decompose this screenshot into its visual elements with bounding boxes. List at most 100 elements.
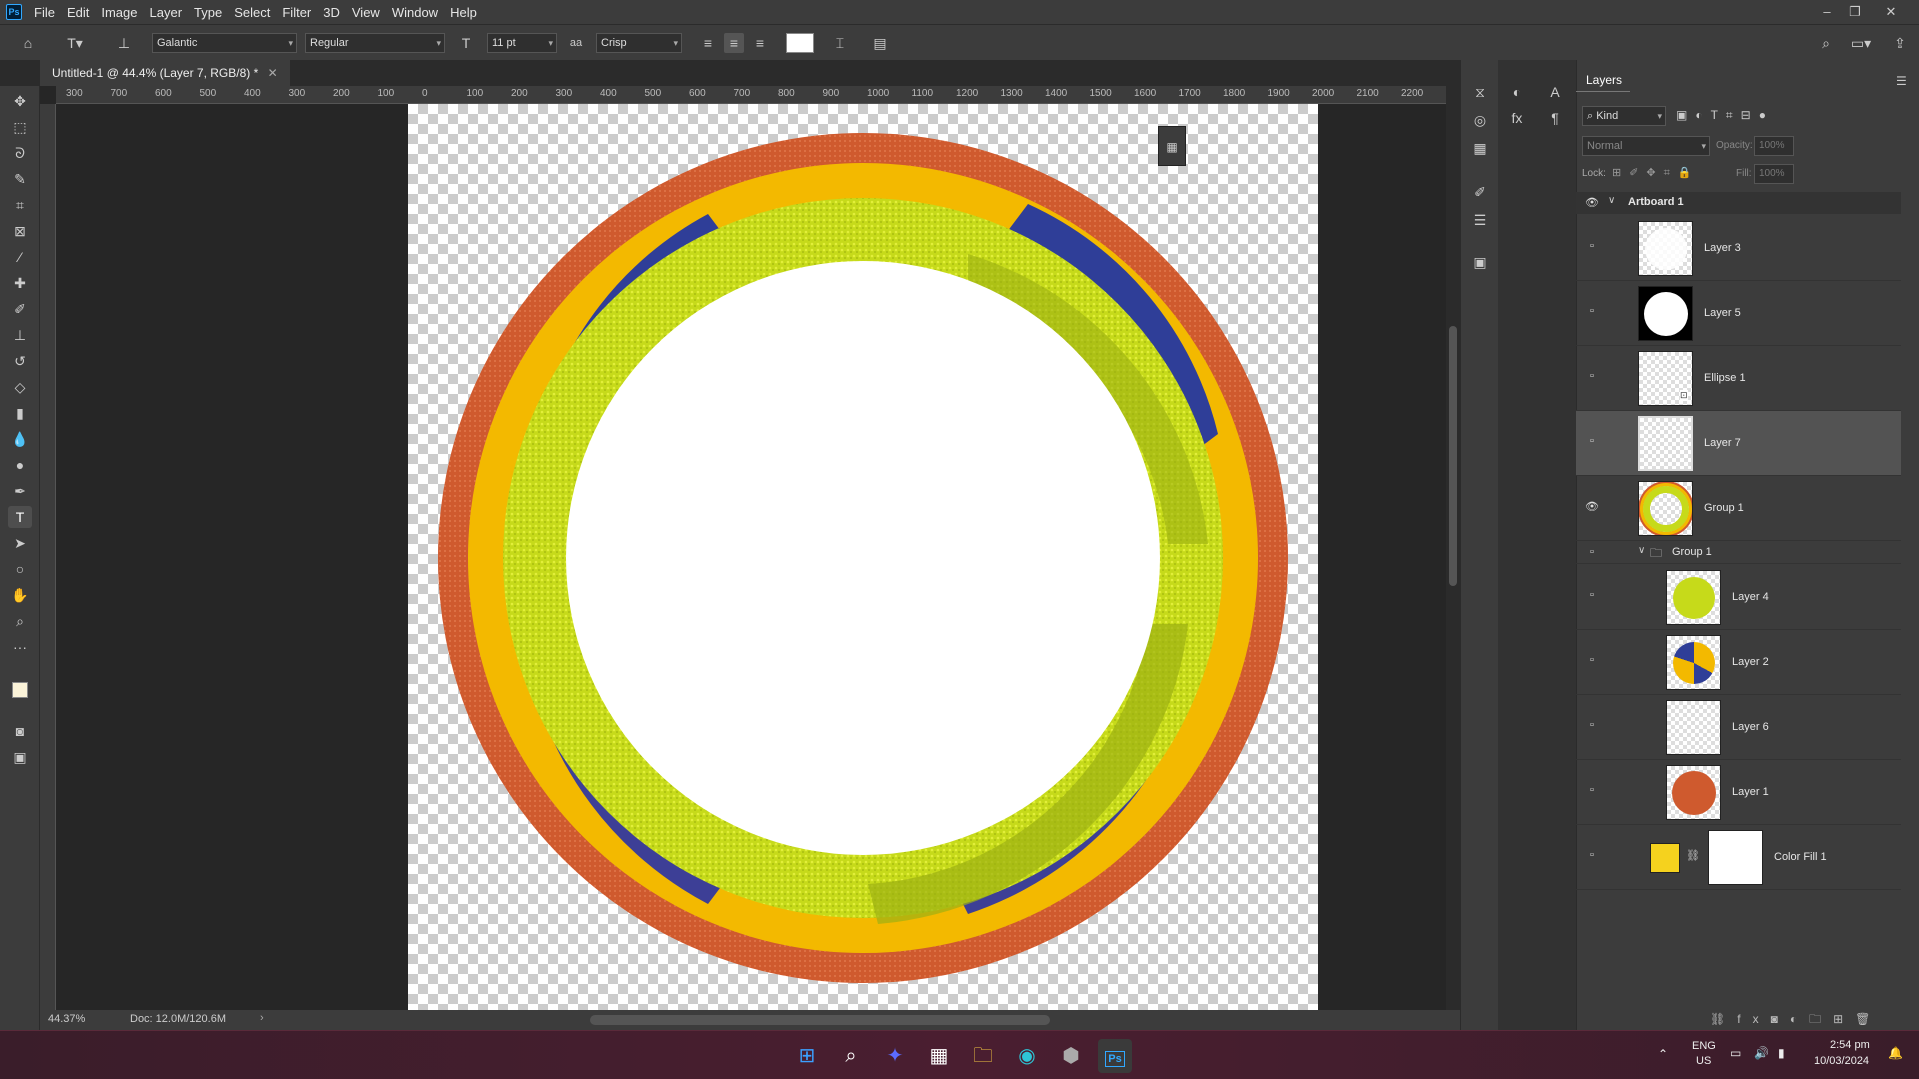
eyedropper-tool-icon[interactable]: ⁄	[8, 246, 32, 268]
artboard-canvas[interactable]: ▦	[408, 104, 1318, 1010]
layer-mask-thumbnail[interactable]	[1708, 830, 1763, 885]
gradient-tool-icon[interactable]: ▮	[8, 402, 32, 424]
visibility-toggle[interactable]: ▫	[1584, 370, 1600, 386]
quick-mask-icon[interactable]: ◙	[8, 720, 32, 742]
vertical-scrollbar[interactable]	[1446, 86, 1460, 1010]
vertical-scroll-thumb[interactable]	[1449, 326, 1457, 586]
layer-filter-icons[interactable]: ▣◐T⌗⊟●	[1676, 108, 1826, 123]
visibility-toggle[interactable]: ▫	[1584, 305, 1600, 321]
history-brush-tool-icon[interactable]: ↺	[8, 350, 32, 372]
floating-properties-mini-panel[interactable]: ▦	[1158, 126, 1186, 166]
layer-row-layer-4[interactable]: ▫ Layer 4	[1576, 565, 1901, 630]
visibility-toggle[interactable]: ▫	[1584, 546, 1600, 562]
lasso-tool-icon[interactable]: ᘐ	[8, 142, 32, 164]
3d-panel-icon[interactable]: ◎	[1467, 108, 1493, 132]
more-tools-icon[interactable]: ···	[8, 636, 32, 658]
brush-panel-icon[interactable]: ✐	[1467, 180, 1493, 204]
visibility-eye-icon[interactable]: 👁	[1584, 500, 1600, 516]
show-hidden-icons-chevron-icon[interactable]: ⌃	[1658, 1047, 1668, 1061]
layer-filter-select[interactable]: ⌕ Kind ▾	[1582, 106, 1666, 126]
home-icon[interactable]: ⌂	[18, 33, 38, 53]
layer-row-ellipse-1[interactable]: ▫ ⊡ Ellipse 1	[1576, 346, 1901, 411]
quick-selection-tool-icon[interactable]: ✎	[8, 168, 32, 190]
photoshop-logo-icon[interactable]: Ps	[6, 4, 22, 20]
menu-select[interactable]: Select	[228, 5, 276, 20]
align-right-icon[interactable]: ≡	[750, 33, 770, 53]
libraries-panel-icon[interactable]: ▣	[1467, 250, 1493, 274]
link-chain-icon[interactable]: ⛓	[1686, 849, 1700, 862]
menu-help[interactable]: Help	[444, 5, 483, 20]
healing-brush-tool-icon[interactable]: ✚	[8, 272, 32, 294]
document-tab[interactable]: Untitled-1 @ 44.4% (Layer 7, RGB/8) * ✕	[40, 60, 290, 86]
toggle-text-orientation-icon[interactable]: ⊥	[114, 33, 134, 53]
layer-row-color-fill-1[interactable]: ▫ ⛓ Color Fill 1	[1576, 825, 1901, 890]
menu-edit[interactable]: Edit	[61, 5, 95, 20]
visibility-toggle[interactable]: ▫	[1584, 240, 1600, 256]
zoom-tool-icon[interactable]: ⌕	[8, 610, 32, 632]
battery-icon[interactable]: ▮	[1778, 1046, 1785, 1060]
expand-chevron-icon[interactable]: ∨	[1638, 545, 1645, 556]
search-icon[interactable]: ⌕	[1816, 33, 1836, 53]
region-indicator[interactable]: US	[1696, 1055, 1711, 1067]
menu-file[interactable]: File	[28, 5, 61, 20]
file-explorer-icon[interactable]: 🗀	[966, 1039, 1000, 1073]
visual-studio-icon[interactable]: ✦	[878, 1039, 912, 1073]
text-color-swatch[interactable]	[786, 33, 814, 53]
pen-tool-icon[interactable]: ✒	[8, 480, 32, 502]
unity-icon[interactable]: ⬢	[1054, 1039, 1088, 1073]
visibility-eye-icon[interactable]: 👁	[1584, 196, 1600, 212]
brush-tool-icon[interactable]: ✐	[8, 298, 32, 320]
panel-menu-icon[interactable]: ☰	[1896, 74, 1907, 88]
align-left-icon[interactable]: ≡	[698, 33, 718, 53]
table-panel-icon[interactable]: ▦	[1467, 136, 1493, 160]
visibility-toggle[interactable]: ▫	[1584, 654, 1600, 670]
antialias-select[interactable]: Crisp ▾	[596, 33, 682, 53]
screen-mode-icon[interactable]: ▣	[8, 746, 32, 768]
taskbar-photoshop-icon[interactable]: Ps	[1098, 1039, 1132, 1073]
visibility-toggle[interactable]: ▫	[1584, 784, 1600, 800]
workspace-icon[interactable]: ▭▾	[1846, 33, 1876, 53]
fill-input[interactable]: 100%	[1754, 164, 1794, 184]
menu-layer[interactable]: Layer	[144, 5, 189, 20]
volume-icon[interactable]: 🔊	[1754, 1046, 1769, 1060]
history-panel-icon[interactable]: ⧖	[1467, 80, 1493, 104]
eraser-tool-icon[interactable]: ◇	[8, 376, 32, 398]
path-selection-tool-icon[interactable]: ➤	[8, 532, 32, 554]
artboard-row[interactable]: 👁 ∨ Artboard 1	[1576, 192, 1901, 214]
visibility-toggle[interactable]: ▫	[1584, 719, 1600, 735]
ellipse-tool-icon[interactable]: ○	[8, 558, 32, 580]
status-chevron-icon[interactable]: ›	[260, 1012, 264, 1024]
notification-bell-icon[interactable]: 🔔	[1888, 1046, 1903, 1060]
language-indicator[interactable]: ENG	[1692, 1040, 1716, 1052]
menu-view[interactable]: View	[346, 5, 386, 20]
font-family-select[interactable]: Galantic ▾	[152, 33, 297, 53]
adjustments-panel-icon[interactable]: ◐	[1504, 80, 1530, 104]
layer-row-layer-1[interactable]: ▫ Layer 1	[1576, 760, 1901, 825]
menu-filter[interactable]: Filter	[276, 5, 317, 20]
properties-panel-icon[interactable]: ☰	[1467, 208, 1493, 232]
clock-date[interactable]: 10/03/2024	[1814, 1055, 1869, 1067]
layer-row-layer-6[interactable]: ▫ Layer 6	[1576, 695, 1901, 760]
visibility-toggle[interactable]: ▫	[1584, 589, 1600, 605]
dodge-tool-icon[interactable]: ●	[8, 454, 32, 476]
hand-tool-icon[interactable]: ✋	[8, 584, 32, 606]
visibility-toggle[interactable]: ▫	[1584, 849, 1600, 865]
crop-tool-icon[interactable]: ⌗	[8, 194, 32, 216]
menu-3d[interactable]: 3D	[317, 5, 346, 20]
character-panel-icon[interactable]: ▤	[870, 33, 890, 53]
align-center-icon[interactable]: ≡	[724, 33, 744, 53]
close-tab-icon[interactable]: ✕	[268, 66, 278, 80]
blur-tool-icon[interactable]: 💧	[8, 428, 32, 450]
font-size-select[interactable]: 11 pt ▾	[487, 33, 557, 53]
properties-icon[interactable]: ▦	[1159, 127, 1185, 167]
layers-footer-buttons[interactable]: ⛓fx◙◐🗀⊞🗑	[1710, 1010, 1910, 1031]
menu-image[interactable]: Image	[95, 5, 143, 20]
layer-row-layer-2[interactable]: ▫ Layer 2	[1576, 630, 1901, 695]
minimize-icon[interactable]: –	[1816, 2, 1838, 22]
menu-type[interactable]: Type	[188, 5, 228, 20]
marquee-tool-icon[interactable]: ⬚	[8, 116, 32, 138]
group-row-group-1[interactable]: ▫ ∨ 🗀 Group 1	[1576, 542, 1901, 564]
close-window-icon[interactable]: ✕	[1880, 2, 1902, 22]
clone-stamp-tool-icon[interactable]: ⊥	[8, 324, 32, 346]
layer-row-group-1-merged[interactable]: 👁 Group 1	[1576, 476, 1901, 541]
